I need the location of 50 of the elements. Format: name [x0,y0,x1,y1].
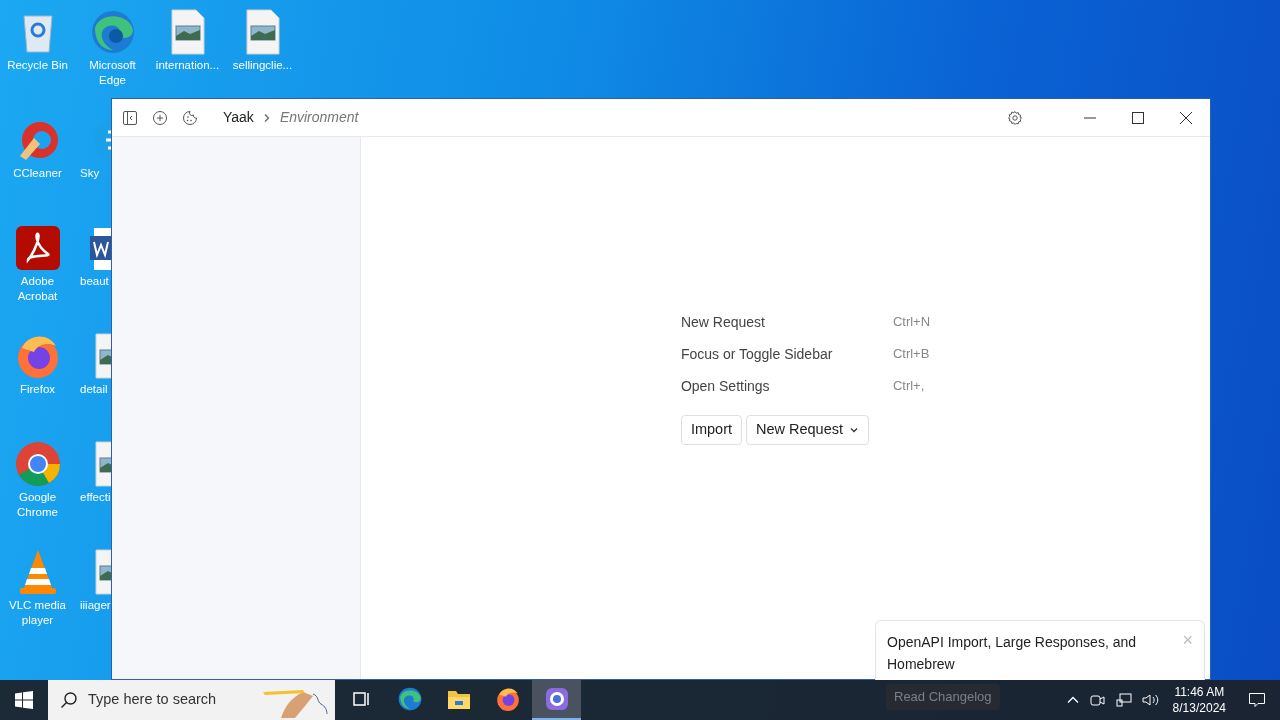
icon-label: VLC media player [8,598,67,628]
task-view-icon[interactable] [350,689,371,709]
windows-logo-icon [15,691,33,709]
clock-time: 11:46 AM [1174,684,1225,700]
search-icon [60,691,78,709]
add-icon[interactable] [152,109,168,126]
environment-name[interactable]: Environment [279,107,359,128]
volume-icon[interactable] [1141,692,1160,708]
maximize-icon [1132,111,1144,124]
shortcut-keys: Ctrl+N [892,311,931,333]
fox-circle-icon[interactable] [494,686,521,712]
icon-label: Microsoft Edge [88,58,137,88]
pdf-icon[interactable] [13,224,62,272]
icon-label: sellingclie... [231,58,294,73]
icon-label: Firefox [18,382,57,397]
icon-label: detail [80,382,108,397]
icon-label: effecti [80,490,111,505]
notification-icon [1248,691,1266,709]
search-box[interactable]: Type here to search [48,680,335,720]
icon-label: Recycle Bin [6,58,69,73]
shortcut-keys: Ctrl+, [892,375,931,397]
cookie-icon[interactable] [182,109,198,126]
clock-date: 8/13/2024 [1172,700,1226,716]
taskbar-app[interactable] [532,680,581,720]
icon-label: Sky [80,166,100,181]
color-wheel-icon[interactable] [13,440,62,488]
shortcut-label[interactable]: Focus or Toggle Sidebar [680,343,893,365]
import-button[interactable]: Import [680,414,742,445]
icon-label: CCleaner [12,166,63,181]
close-icon [1180,111,1192,124]
icon-label: internation... [154,58,221,73]
wave-circle-icon[interactable] [396,686,423,712]
icon-label: beaut [80,274,109,289]
toast-message: OpenAPI Import, Large Responses, and Homebrew [887,633,1138,674]
network-icon[interactable] [1115,692,1132,708]
icon-label: Adobe Acrobat [16,274,59,304]
camera-icon[interactable] [1089,692,1106,708]
shortcut-label[interactable]: New Request [680,311,893,333]
clock[interactable]: 11:46 AM 8/13/2024 [1164,684,1234,716]
icon-label: Google Chrome [16,490,59,520]
new-request-dropdown[interactable]: New Request [746,414,870,445]
workspace-name[interactable]: Yaak [223,107,254,128]
shortcut-label[interactable]: Open Settings [680,375,893,397]
search-placeholder: Type here to search [88,690,217,710]
app-logo-icon[interactable] [543,686,570,712]
icon-label: iiiager [80,598,111,613]
sidebar-toggle-icon[interactable] [122,109,138,126]
read-changelog-button[interactable]: Read Changelog [886,684,1000,710]
settings-icon[interactable] [1007,109,1023,126]
shortcut-keys: Ctrl+B [892,343,931,365]
